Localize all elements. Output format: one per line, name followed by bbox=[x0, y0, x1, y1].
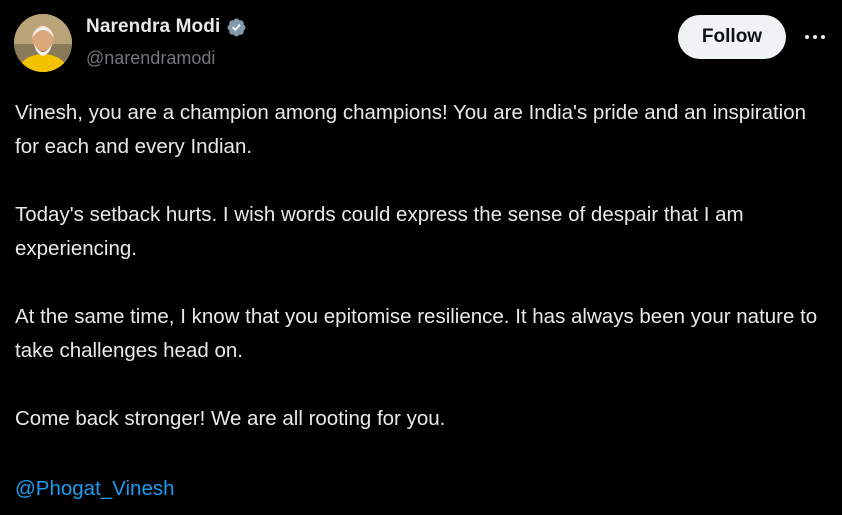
follow-button[interactable]: Follow bbox=[678, 15, 786, 59]
verified-badge-icon bbox=[226, 17, 247, 38]
display-name[interactable]: Narendra Modi bbox=[86, 16, 220, 38]
handle[interactable]: @narendramodi bbox=[86, 48, 215, 69]
avatar-image bbox=[14, 14, 72, 72]
tweet-header: Narendra Modi @narendramodi Follow bbox=[0, 0, 842, 90]
more-options-button[interactable] bbox=[800, 22, 830, 52]
tweet-paragraph: Today's setback hurts. I wish words coul… bbox=[15, 203, 744, 260]
tweet-text: Vinesh, you are a champion among champio… bbox=[15, 96, 830, 470]
name-row: Narendra Modi bbox=[86, 16, 247, 38]
avatar[interactable] bbox=[14, 14, 72, 72]
mention-link[interactable]: @Phogat_Vinesh bbox=[15, 472, 175, 506]
tweet-paragraph: Vinesh, you are a champion among champio… bbox=[15, 101, 807, 158]
tweet-paragraph: Come back stronger! We are all rooting f… bbox=[15, 407, 446, 430]
more-horizontal-icon bbox=[805, 35, 825, 39]
tweet-paragraph: At the same time, I know that you epitom… bbox=[15, 305, 818, 362]
